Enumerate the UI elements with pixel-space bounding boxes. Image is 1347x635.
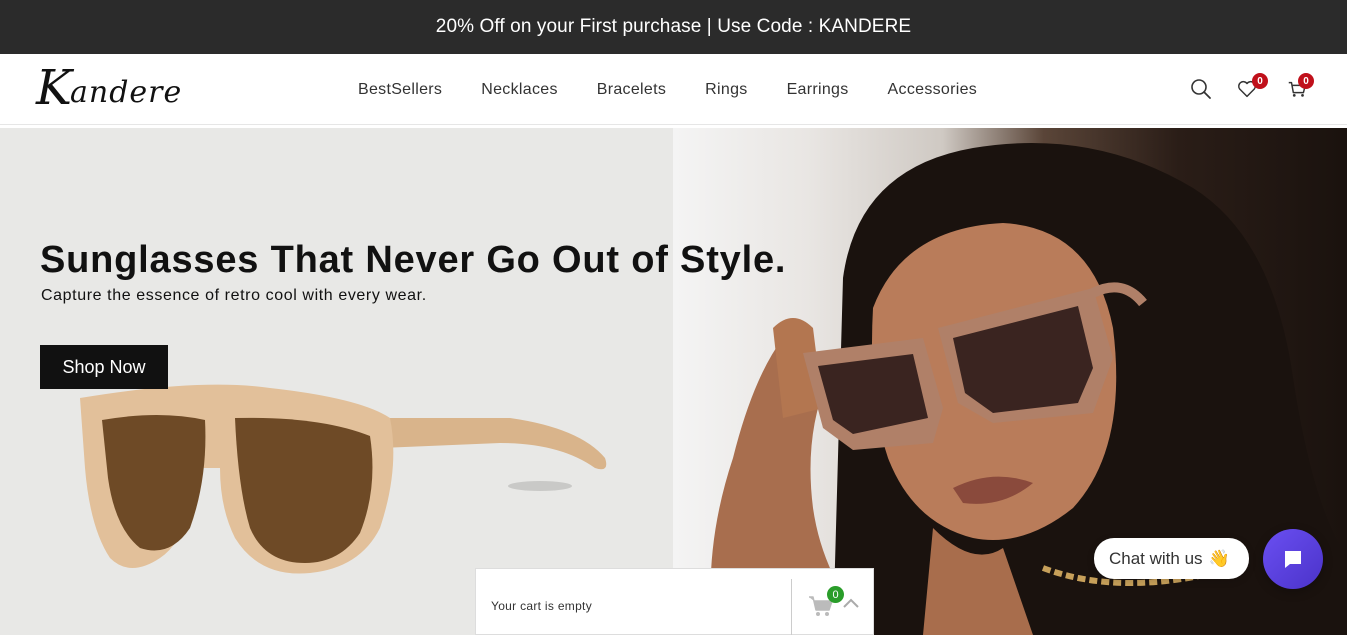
wishlist-button[interactable]: 0 [1236, 73, 1268, 102]
wave-emoji-icon: 👋 [1208, 548, 1230, 568]
announcement-text: 20% Off on your First purchase | Use Cod… [435, 16, 912, 37]
chat-prompt-label: Chat with us [1109, 548, 1203, 568]
hero-title: Sunglasses That Never Go Out of Style. [40, 239, 787, 281]
chevron-up-icon[interactable] [842, 597, 860, 609]
nav-item-necklaces[interactable]: Necklaces [481, 81, 558, 99]
logo-text: andere [70, 75, 183, 110]
shop-now-button[interactable]: Shop Now [40, 345, 168, 389]
search-icon[interactable] [1190, 78, 1214, 102]
announcement-bar: 20% Off on your First purchase | Use Cod… [0, 0, 1347, 54]
cart-count-badge: 0 [1298, 73, 1314, 89]
nav-item-bestsellers[interactable]: BestSellers [358, 81, 442, 99]
wishlist-count-badge: 0 [1252, 73, 1268, 89]
nav-item-rings[interactable]: Rings [705, 81, 747, 99]
floating-cart-bar[interactable]: Your cart is empty 0 [475, 568, 874, 635]
nav-item-earrings[interactable]: Earrings [787, 81, 849, 99]
chat-launcher-button[interactable] [1263, 529, 1323, 589]
main-nav: BestSellers Necklaces Bracelets Rings Ea… [358, 54, 1016, 125]
cart-button[interactable]: 0 [1286, 73, 1314, 102]
product-sunglasses-image [80, 384, 607, 574]
site-header: K andere BestSellers Necklaces Bracelets… [0, 54, 1347, 125]
logo-initial: K [36, 60, 72, 116]
nav-item-bracelets[interactable]: Bracelets [597, 81, 666, 99]
chat-prompt-bubble[interactable]: Chat with us 👋 [1094, 538, 1249, 579]
cart-bar-divider [791, 579, 792, 635]
chat-icon [1285, 551, 1301, 568]
logo[interactable]: K andere [36, 60, 186, 116]
nav-item-accessories[interactable]: Accessories [888, 81, 978, 99]
cart-status-text: Your cart is empty [491, 599, 592, 613]
hero-subtitle: Capture the essence of retro cool with e… [41, 287, 427, 304]
